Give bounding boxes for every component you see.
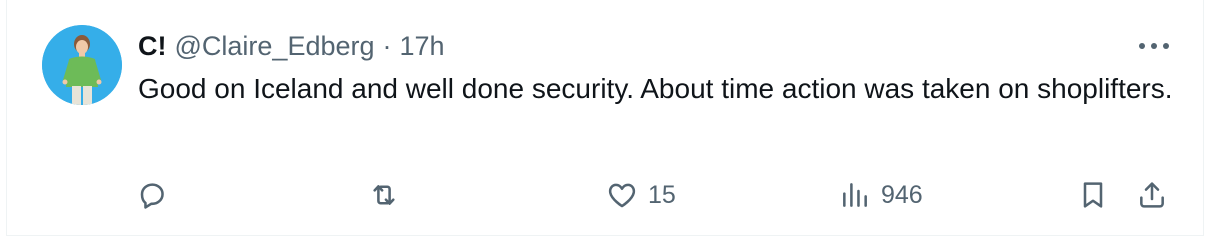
like-button[interactable]: 15 (606, 177, 676, 213)
bar-chart-icon (843, 183, 867, 207)
more-icon (1139, 43, 1169, 49)
avatar[interactable] (42, 25, 122, 105)
person-avatar-icon (42, 25, 122, 105)
more-options-button[interactable] (1134, 34, 1174, 58)
user-handle[interactable]: @Claire_Edberg (175, 31, 375, 62)
share-button[interactable] (1136, 177, 1168, 213)
retweet-button[interactable] (368, 177, 400, 213)
bookmark-icon (1083, 182, 1103, 208)
bookmark-button[interactable] (1077, 177, 1109, 213)
display-name[interactable]: C! (138, 31, 167, 62)
like-count: 15 (648, 180, 676, 209)
timestamp[interactable]: 17h (400, 31, 445, 62)
separator: · (382, 30, 392, 61)
tweet-text: Good on Iceland and well done security. … (138, 73, 1173, 104)
retweet-icon (373, 185, 395, 205)
heart-icon (608, 183, 636, 208)
share-icon (1140, 182, 1164, 208)
views-count: 946 (881, 180, 923, 209)
speech-bubble-icon (140, 183, 164, 209)
tweet-header: C! @Claire_Edberg · 17h (138, 28, 445, 64)
reply-button[interactable] (136, 177, 168, 213)
views-button[interactable]: 946 (839, 177, 923, 213)
